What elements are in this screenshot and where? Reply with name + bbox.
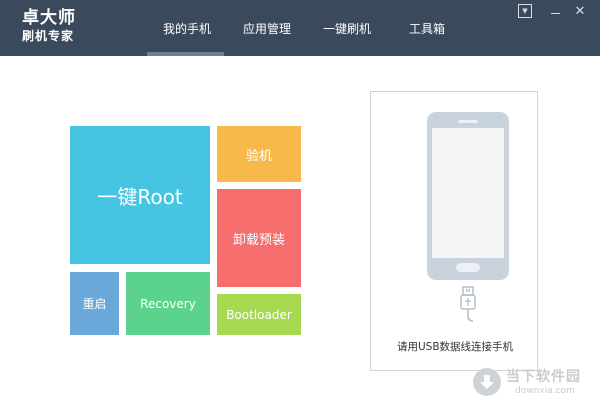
minimize-icon[interactable] (548, 4, 562, 18)
tab-app-manager[interactable]: 应用管理 (227, 0, 307, 56)
menu-dropdown-icon[interactable]: ▼ (518, 4, 532, 18)
bootloader-button[interactable]: Bootloader (217, 294, 301, 335)
usb-cable-icon (460, 286, 476, 322)
tab-my-phone[interactable]: 我的手机 (147, 0, 227, 56)
main-nav: 我的手机 应用管理 一键刷机 工具箱 (147, 0, 467, 56)
watermark-text: 当下软件园 (506, 369, 581, 385)
download-icon (473, 368, 501, 396)
one-click-root-button[interactable]: 一键Root (70, 126, 210, 264)
check-device-button[interactable]: 验机 (217, 126, 301, 182)
title-bar: 卓大师 刷机专家 我的手机 应用管理 一键刷机 工具箱 ▼ ✕ (0, 0, 600, 56)
phone-screen (432, 128, 504, 258)
device-connect-panel: 请用USB数据线连接手机 (370, 91, 538, 371)
phone-speaker (458, 120, 478, 123)
logo-line2: 刷机专家 (22, 28, 75, 43)
smartphone-icon (427, 112, 509, 280)
tab-toolbox[interactable]: 工具箱 (387, 0, 467, 56)
reboot-button[interactable]: 重启 (70, 272, 119, 335)
watermark-url: downxia.com (515, 386, 575, 396)
watermark: 当下软件园 downxia.com (473, 364, 593, 402)
app-logo: 卓大师 刷机专家 (22, 8, 76, 43)
logo-line1: 卓大师 (22, 8, 76, 28)
uninstall-preinstalled-button[interactable]: 卸载预装 (217, 189, 301, 287)
phone-home-button (456, 263, 480, 272)
tab-one-click-flash[interactable]: 一键刷机 (307, 0, 387, 56)
recovery-button[interactable]: Recovery (126, 272, 210, 335)
close-icon[interactable]: ✕ (573, 4, 587, 19)
connect-instruction: 请用USB数据线连接手机 (396, 341, 514, 353)
